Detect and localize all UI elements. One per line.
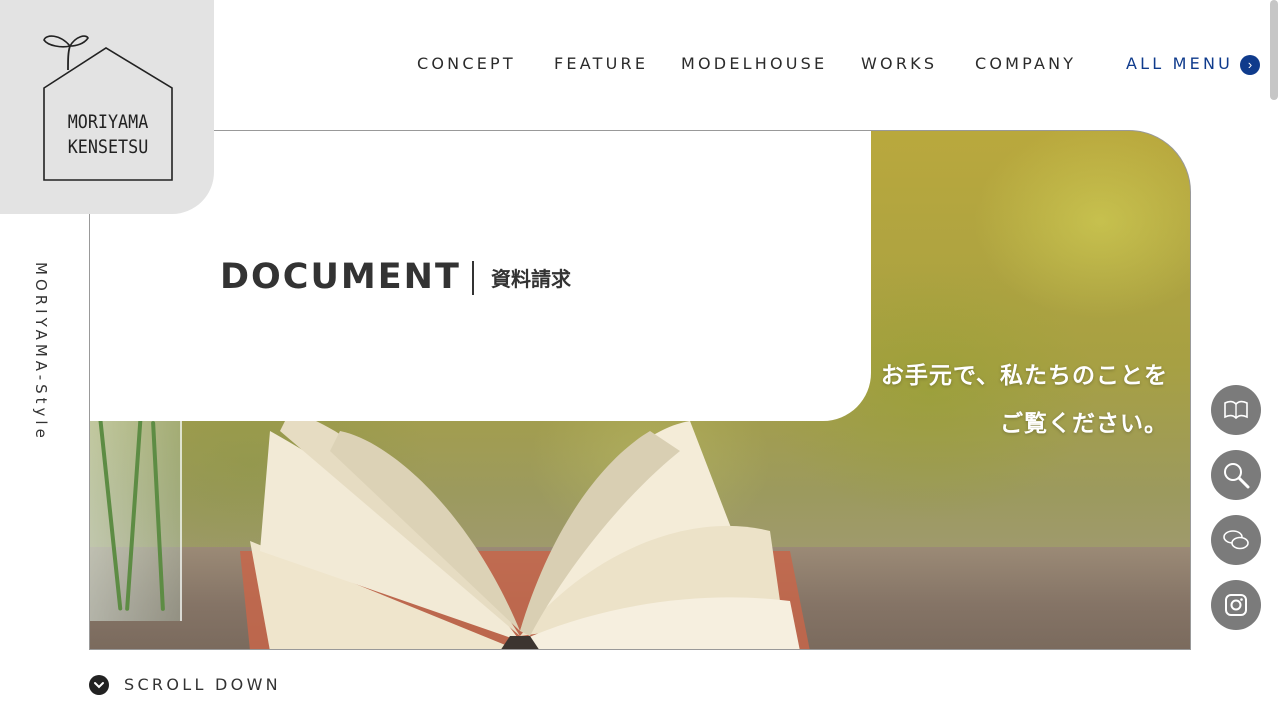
- instagram-button[interactable]: [1211, 580, 1261, 630]
- nav-works[interactable]: WORKS: [861, 54, 937, 73]
- hero-banner: DOCUMENT 資料請求 お手元で、私たちのことを ご覧ください。: [89, 130, 1191, 650]
- magnifier-icon: [1224, 463, 1250, 489]
- search-button[interactable]: [1211, 450, 1261, 500]
- house-sprout-logo-icon: [43, 35, 173, 181]
- tagline-line2: ご覧ください。: [1000, 410, 1168, 436]
- book-icon: [1224, 400, 1248, 420]
- hero-tagline: お手元で、私たちのことを ご覧ください。: [881, 351, 1168, 447]
- title-divider: [472, 261, 474, 295]
- page-title: DOCUMENT: [220, 257, 461, 297]
- page-subtitle: 資料請求: [491, 269, 571, 291]
- logo-wordmark: MORIYAMA KENSETSU: [52, 110, 165, 160]
- instagram-icon: [1225, 594, 1247, 616]
- nav-modelhouse[interactable]: MODELHOUSE: [681, 54, 827, 73]
- nav-company[interactable]: COMPANY: [975, 54, 1076, 73]
- page-scrollbar[interactable]: [1270, 0, 1278, 100]
- document-request-button[interactable]: [1211, 385, 1261, 435]
- chat-bubbles-icon: [1223, 530, 1249, 550]
- site-logo[interactable]: MORIYAMA KENSETSU: [0, 0, 214, 214]
- chevron-down-icon[interactable]: [89, 675, 109, 695]
- nav-concept[interactable]: CONCEPT: [417, 54, 516, 73]
- contact-button[interactable]: [1211, 515, 1261, 565]
- scroll-down-label[interactable]: SCROLL DOWN: [124, 675, 281, 694]
- nav-feature[interactable]: FEATURE: [554, 54, 648, 73]
- logo-line2: KENSETSU: [67, 136, 149, 158]
- logo-line1: MORIYAMA: [67, 111, 149, 133]
- side-vertical-text: MORIYAMA-Style: [32, 262, 50, 442]
- chevron-right-icon[interactable]: ›: [1240, 55, 1260, 75]
- tagline-line1: お手元で、私たちのことを: [880, 362, 1168, 388]
- nav-all-menu[interactable]: ALL MENU: [1126, 54, 1233, 73]
